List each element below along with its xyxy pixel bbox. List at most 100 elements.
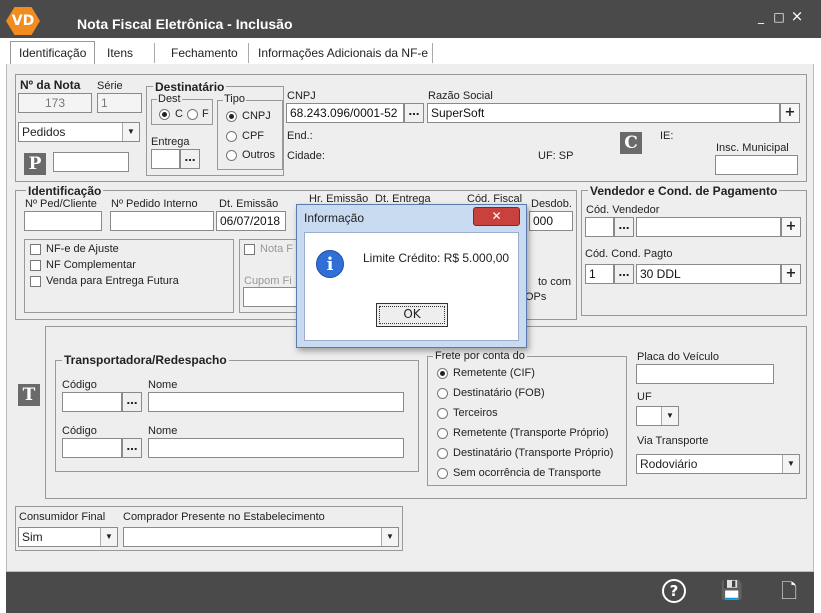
transportadora-codigo-input[interactable] bbox=[62, 392, 122, 412]
frete-fob-radio[interactable] bbox=[437, 388, 448, 399]
codigo1-label: Código bbox=[62, 379, 97, 391]
cnpj-lookup-button[interactable]: … bbox=[404, 103, 424, 123]
comprador-select[interactable]: ▼ bbox=[123, 527, 399, 547]
tab-informacoes-adicionais[interactable]: Informações Adicionais da NF-e bbox=[249, 41, 437, 65]
uf-select[interactable]: ▼ bbox=[636, 406, 679, 426]
via-transporte-select[interactable]: Rodoviário ▼ bbox=[636, 454, 800, 474]
c-badge: C bbox=[620, 132, 642, 154]
chevron-down-icon: ▼ bbox=[782, 455, 799, 473]
tab-identificacao[interactable]: Identificação bbox=[10, 41, 96, 65]
ie-label: IE: bbox=[660, 130, 674, 142]
nf-complementar-checkbox[interactable] bbox=[30, 260, 41, 271]
t-badge: T bbox=[18, 384, 40, 406]
restore-button[interactable]: □ bbox=[770, 10, 788, 24]
cupom-input[interactable] bbox=[243, 287, 299, 307]
help-icon[interactable]: ? bbox=[662, 579, 686, 603]
tipo-cpf-label: CPF bbox=[242, 130, 264, 142]
tipo-documento-select[interactable]: Pedidos ▼ bbox=[18, 122, 140, 142]
frete-remetente-proprio-radio[interactable] bbox=[437, 428, 448, 439]
save-icon[interactable]: 💾 bbox=[719, 578, 745, 604]
desdob-input[interactable]: 000 bbox=[529, 211, 573, 231]
cond-add-button[interactable]: + bbox=[781, 264, 801, 284]
cnpj-input[interactable]: 68.243.096/0001-52 bbox=[286, 103, 404, 123]
frete-sem-ocorrencia-radio[interactable] bbox=[437, 468, 448, 479]
tipo-label: Tipo bbox=[223, 93, 246, 105]
razao-add-button[interactable]: + bbox=[780, 103, 800, 123]
tipo-outros-label: Outros bbox=[242, 149, 276, 161]
tipo-cpf-radio[interactable] bbox=[226, 131, 237, 142]
vendedor-title: Vendedor e Cond. de Pagamento bbox=[588, 184, 780, 198]
desdob-label: Desdob. bbox=[531, 198, 572, 210]
end-label: End.: bbox=[287, 130, 313, 142]
redespacho-lookup-button[interactable]: … bbox=[122, 438, 142, 458]
frete-terceiros-radio[interactable] bbox=[437, 408, 448, 419]
consumidor-select[interactable]: Sim ▼ bbox=[18, 527, 118, 547]
p-input[interactable] bbox=[53, 152, 129, 172]
consumidor-value: Sim bbox=[22, 530, 43, 544]
vendedor-lookup-button[interactable]: … bbox=[614, 217, 634, 237]
placa-label: Placa do Veículo bbox=[637, 351, 719, 363]
entrega-input[interactable] bbox=[151, 149, 180, 169]
uf-label: UF bbox=[637, 391, 652, 403]
cond-lookup-button[interactable]: … bbox=[614, 264, 634, 284]
identificacao-title: Identificação bbox=[26, 184, 104, 198]
tipo-cnpj-radio[interactable] bbox=[226, 111, 237, 122]
ok-button[interactable]: OK bbox=[376, 303, 448, 327]
ped-cliente-input[interactable] bbox=[24, 211, 102, 231]
tab-separator bbox=[154, 43, 155, 63]
razao-social-input[interactable]: SuperSoft bbox=[427, 103, 780, 123]
close-button[interactable]: × bbox=[788, 7, 806, 25]
nota-label: Nº da Nota bbox=[20, 78, 81, 92]
frete-option-label: Remetente (Transporte Próprio) bbox=[453, 427, 609, 439]
codigo2-label: Código bbox=[62, 425, 97, 437]
nome2-label: Nome bbox=[148, 425, 178, 437]
cond-codigo-input[interactable]: 1 bbox=[585, 264, 614, 284]
entrega-lookup-button[interactable]: … bbox=[180, 149, 200, 169]
dialog-message: Limite Crédito: R$ 5.000,00 bbox=[363, 251, 510, 265]
transportadora-lookup-button[interactable]: … bbox=[122, 392, 142, 412]
cnpj-label: CNPJ bbox=[287, 90, 316, 102]
cancel-document-icon[interactable]: 🗋 bbox=[776, 578, 802, 604]
redespacho-nome-input[interactable] bbox=[148, 438, 404, 458]
cod-vendedor-input[interactable] bbox=[585, 217, 614, 237]
cod-vendedor-label: Cód. Vendedor bbox=[586, 204, 660, 216]
partial-to-com-label: to com bbox=[538, 276, 572, 288]
frete-cif-radio[interactable] bbox=[437, 368, 448, 379]
dialog-close-button[interactable]: ✕ bbox=[473, 207, 520, 226]
vendedor-add-button[interactable]: + bbox=[781, 217, 801, 237]
nota-numero-input[interactable]: 173 bbox=[18, 93, 92, 113]
tipo-cnpj-label: CNPJ bbox=[242, 110, 271, 122]
cond-descricao-input[interactable]: 30 DDL bbox=[636, 264, 781, 284]
dest-c-radio[interactable] bbox=[159, 109, 170, 120]
insc-municipal-input[interactable] bbox=[715, 155, 798, 175]
transportadora-nome-input[interactable] bbox=[148, 392, 404, 412]
tipo-outros-radio[interactable] bbox=[226, 150, 237, 161]
placa-input[interactable] bbox=[636, 364, 774, 384]
nota-f-checkbox[interactable] bbox=[244, 244, 255, 255]
vendedor-nome-input[interactable] bbox=[636, 217, 781, 237]
frete-option-label: Sem ocorrência de Transporte bbox=[453, 467, 601, 479]
nfe-ajuste-checkbox[interactable] bbox=[30, 244, 41, 255]
destinatario-title: Destinatário bbox=[153, 80, 227, 94]
transportadora-title: Transportadora/Redespacho bbox=[62, 353, 229, 367]
cupom-f-label: Cupom Fi bbox=[244, 275, 292, 287]
redespacho-codigo-input[interactable] bbox=[62, 438, 122, 458]
tipo-documento-value: Pedidos bbox=[22, 125, 66, 139]
dest-f-label: F bbox=[202, 108, 209, 120]
serie-input[interactable]: 1 bbox=[97, 93, 142, 113]
footer-bar bbox=[6, 572, 814, 613]
tab-itens[interactable]: Itens bbox=[98, 41, 142, 65]
cod-cond-label: Cód. Cond. Pagto bbox=[585, 248, 673, 260]
nf-complementar-label: NF Complementar bbox=[46, 259, 136, 271]
dt-emissao-input[interactable]: 06/07/2018 bbox=[216, 211, 286, 231]
info-dialog: Informação ✕ i Limite Crédito: R$ 5.000,… bbox=[296, 204, 527, 348]
entrega-label: Entrega bbox=[151, 136, 190, 148]
chevron-down-icon: ▼ bbox=[122, 123, 139, 141]
pedido-interno-input[interactable] bbox=[110, 211, 214, 231]
venda-futura-checkbox[interactable] bbox=[30, 276, 41, 287]
dest-f-radio[interactable] bbox=[187, 109, 198, 120]
tab-fechamento[interactable]: Fechamento bbox=[162, 41, 247, 65]
frete-destinatario-proprio-radio[interactable] bbox=[437, 448, 448, 459]
frete-option-label: Terceiros bbox=[453, 407, 498, 419]
minimize-button[interactable]: _ bbox=[752, 10, 770, 24]
